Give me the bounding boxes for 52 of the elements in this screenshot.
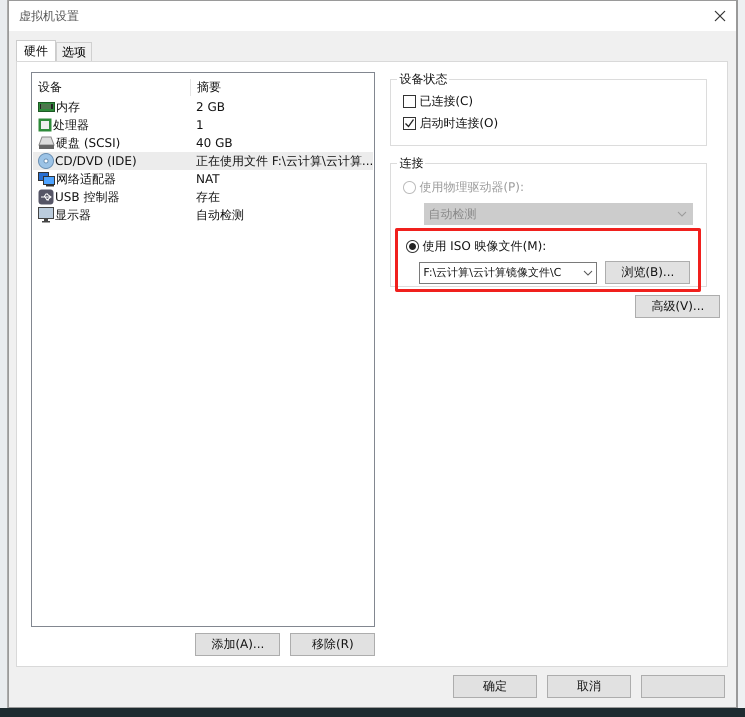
browse-button[interactable]: 浏览(B)... — [605, 261, 690, 284]
radio-button[interactable] — [406, 240, 420, 253]
device-row[interactable]: 显示器 自动检测 — [33, 206, 374, 224]
tab[interactable]: 选项 — [56, 42, 92, 61]
radio-label: 使用物理驱动器(P): — [419, 179, 524, 196]
monitor-icon — [38, 207, 54, 223]
chevron-down-icon — [677, 211, 688, 217]
list-button[interactable]: 添加(A)... — [195, 633, 280, 656]
checkbox[interactable] — [403, 95, 416, 108]
device-row[interactable]: 网络适配器 NAT — [33, 170, 374, 188]
device-summary: NAT — [195, 172, 220, 186]
iso-path-combobox[interactable]: F:\云计算\云计算镜像文件\C — [419, 262, 598, 284]
device-summary: 40 GB — [195, 136, 233, 150]
memory-icon — [38, 102, 55, 112]
disc-icon — [38, 153, 54, 169]
device-name: 内存 — [56, 98, 80, 116]
chip-icon — [38, 118, 52, 132]
checkbox-label: 启动时连接(O) — [419, 115, 498, 132]
device-name: 硬盘 (SCSI) — [56, 134, 120, 152]
device-row[interactable]: CD/DVD (IDE) 正在使用文件 F:\云计算\云计算... — [33, 152, 374, 170]
checkbox[interactable] — [403, 117, 416, 130]
device-name: 处理器 — [53, 116, 89, 134]
advanced-button[interactable]: 高级(V)... — [635, 295, 720, 318]
network-icon — [38, 172, 55, 186]
hard-disk-icon — [38, 136, 55, 150]
column-header[interactable]: 设备 — [33, 78, 191, 96]
device-row[interactable]: 内存 2 GB — [33, 98, 374, 116]
group-title: 设备状态 — [397, 71, 450, 88]
device-row[interactable]: 处理器 1 — [33, 116, 374, 134]
chevron-down-icon — [583, 270, 594, 276]
device-name: 显示器 — [55, 206, 91, 224]
checkbox-label: 已连接(C) — [419, 93, 474, 110]
device-summary: 2 GB — [195, 100, 225, 114]
device-summary: 自动检测 — [195, 206, 244, 224]
tab[interactable]: 硬件 — [16, 40, 56, 61]
device-summary: 1 — [195, 118, 204, 132]
list-button[interactable]: 移除(R) — [290, 633, 376, 656]
close-icon[interactable] — [714, 10, 726, 22]
device-name: USB 控制器 — [55, 188, 120, 206]
usb-icon — [38, 189, 54, 205]
radio-label: 使用 ISO 映像文件(M): — [422, 238, 546, 255]
device-row[interactable]: 硬盘 (SCSI) 40 GB — [33, 134, 374, 152]
window-title: 虚拟机设置 — [19, 8, 79, 24]
column-header[interactable]: 摘要 — [191, 78, 221, 96]
device-row[interactable]: USB 控制器 存在 — [33, 188, 374, 206]
group-title: 连接 — [397, 155, 426, 172]
device-summary: 存在 — [195, 188, 220, 206]
dialog-button[interactable]: 确定 — [453, 675, 537, 698]
dialog-button[interactable]: 取消 — [547, 675, 631, 698]
device-name: CD/DVD (IDE) — [55, 154, 137, 168]
device-summary: 正在使用文件 F:\云计算\云计算... — [195, 152, 374, 170]
device-name: 网络适配器 — [56, 170, 116, 188]
